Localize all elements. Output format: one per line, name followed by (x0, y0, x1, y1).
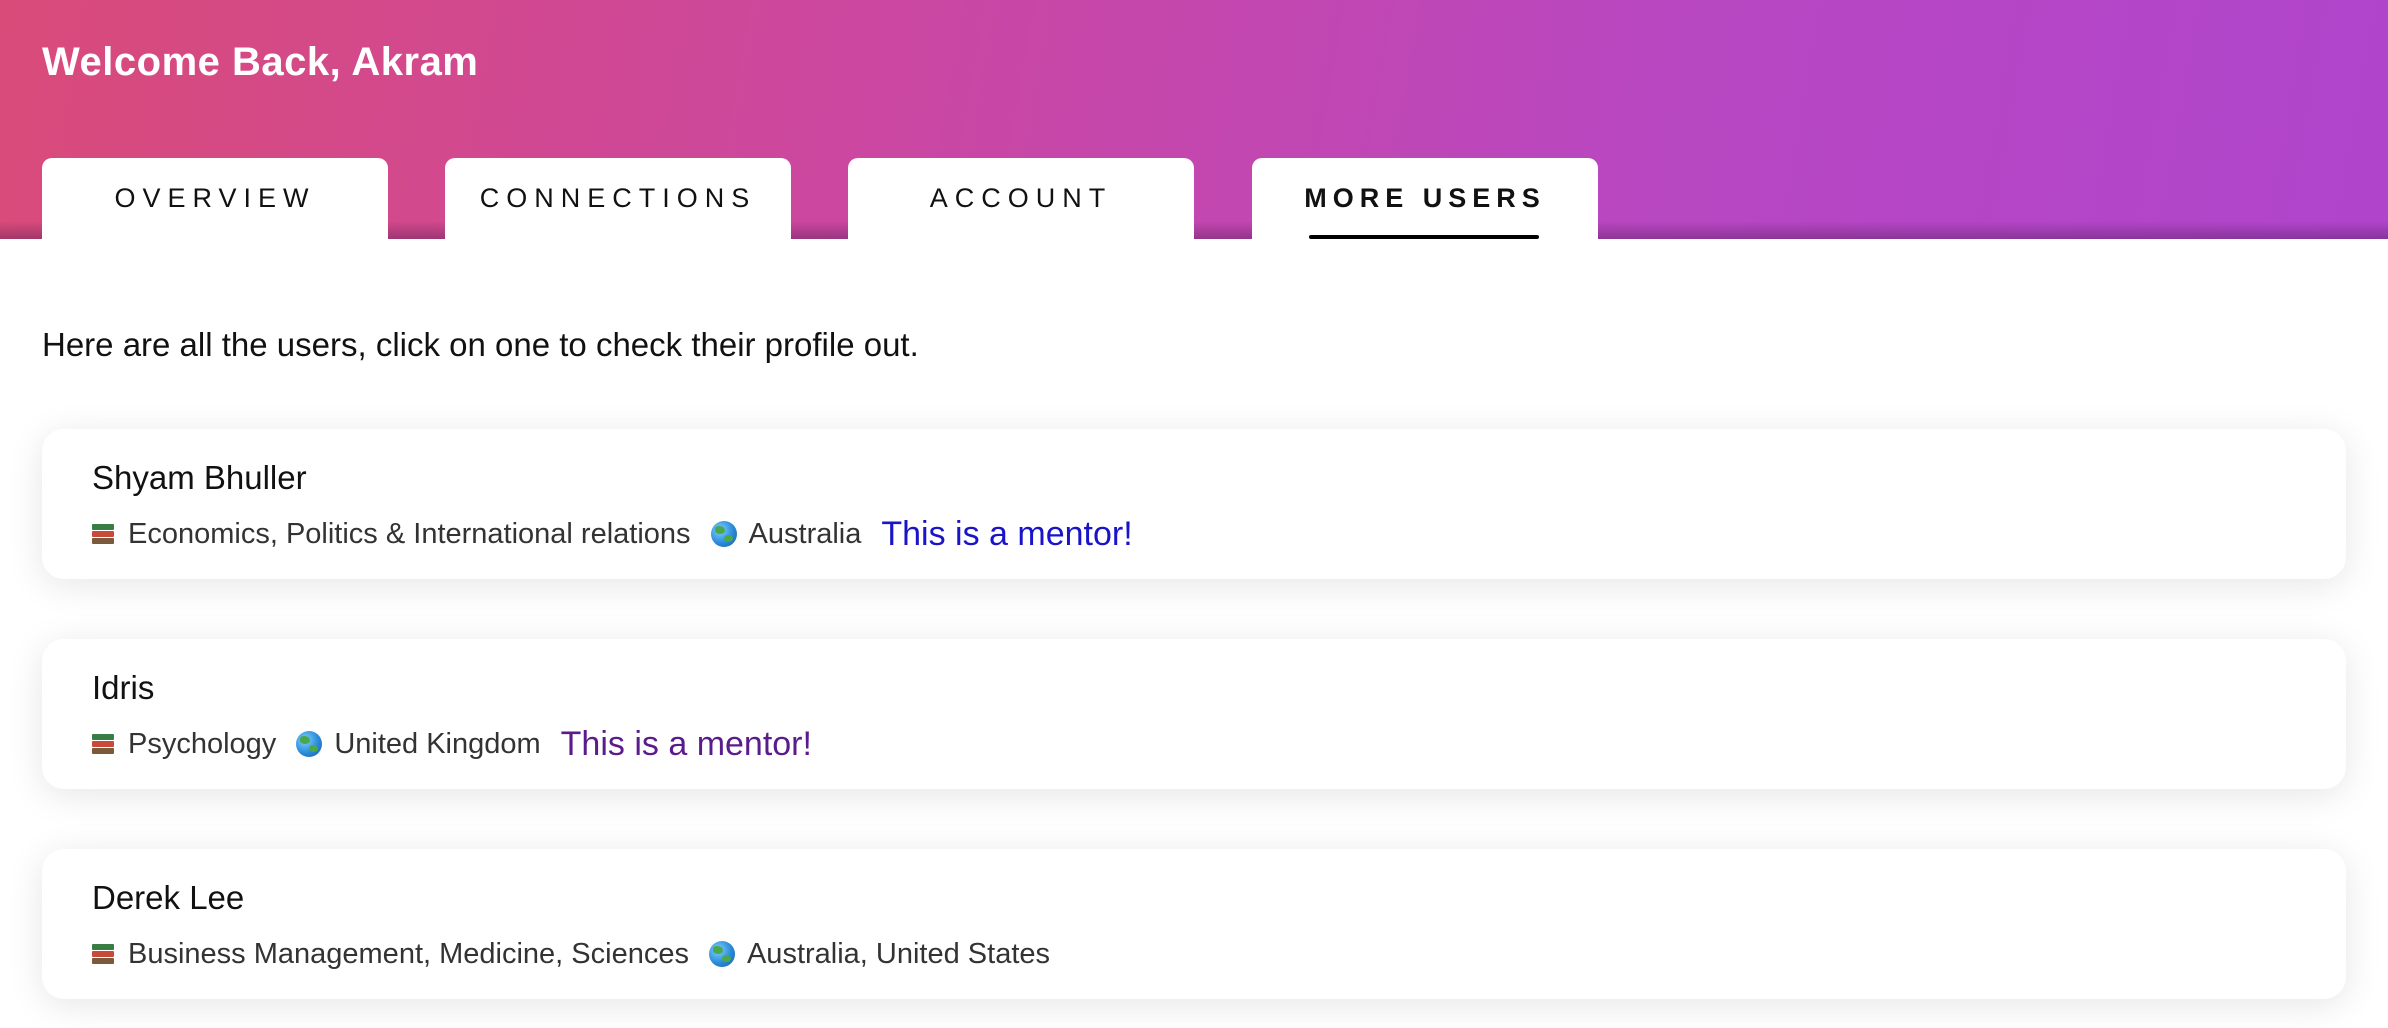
mentor-badge: This is a mentor! (881, 514, 1133, 553)
intro-text: Here are all the users, click on one to … (42, 326, 919, 363)
tab-connections[interactable]: CONNECTIONS (445, 158, 791, 244)
user-subjects: Psychology (128, 727, 277, 760)
user-card[interactable]: Derek Lee Business Management, Medicine,… (42, 849, 2346, 999)
globe-icon (710, 521, 737, 547)
tab-label: CONNECTIONS (479, 182, 757, 213)
user-location: Australia, United States (746, 937, 1051, 970)
tab-overview[interactable]: OVERVIEW (42, 158, 388, 244)
books-icon (92, 523, 114, 545)
tab-account[interactable]: ACCOUNT (848, 158, 1194, 244)
books-icon (92, 733, 114, 755)
active-tab-underline (1309, 235, 1539, 239)
tab-label: OVERVIEW (114, 182, 316, 213)
user-card[interactable]: Shyam Bhuller Economics, Politics & Inte… (42, 429, 2346, 579)
welcome-title: Welcome Back, Akram (42, 40, 479, 84)
books-icon (92, 943, 114, 965)
user-subjects: Business Management, Medicine, Sciences (128, 937, 689, 970)
user-name: Idris (92, 669, 155, 706)
user-name: Derek Lee (92, 879, 245, 916)
user-meta: Psychology United Kingdom This is a ment… (92, 719, 812, 769)
user-name: Shyam Bhuller (92, 459, 307, 496)
user-subjects: Economics, Politics & International rela… (128, 517, 691, 550)
mentor-badge: This is a mentor! (560, 724, 812, 763)
tab-more-users[interactable]: MORE USERS (1252, 158, 1598, 244)
user-meta: Economics, Politics & International rela… (92, 509, 1133, 559)
tab-label: ACCOUNT (929, 182, 1113, 213)
globe-icon (296, 731, 323, 757)
user-location: Australia (748, 517, 862, 550)
user-card[interactable]: Idris Psychology United Kingdom This is … (42, 639, 2346, 789)
user-location: United Kingdom (334, 727, 541, 760)
globe-icon (708, 941, 735, 967)
tab-label: MORE USERS (1304, 182, 1546, 213)
user-meta: Business Management, Medicine, Sciences … (92, 929, 1050, 979)
